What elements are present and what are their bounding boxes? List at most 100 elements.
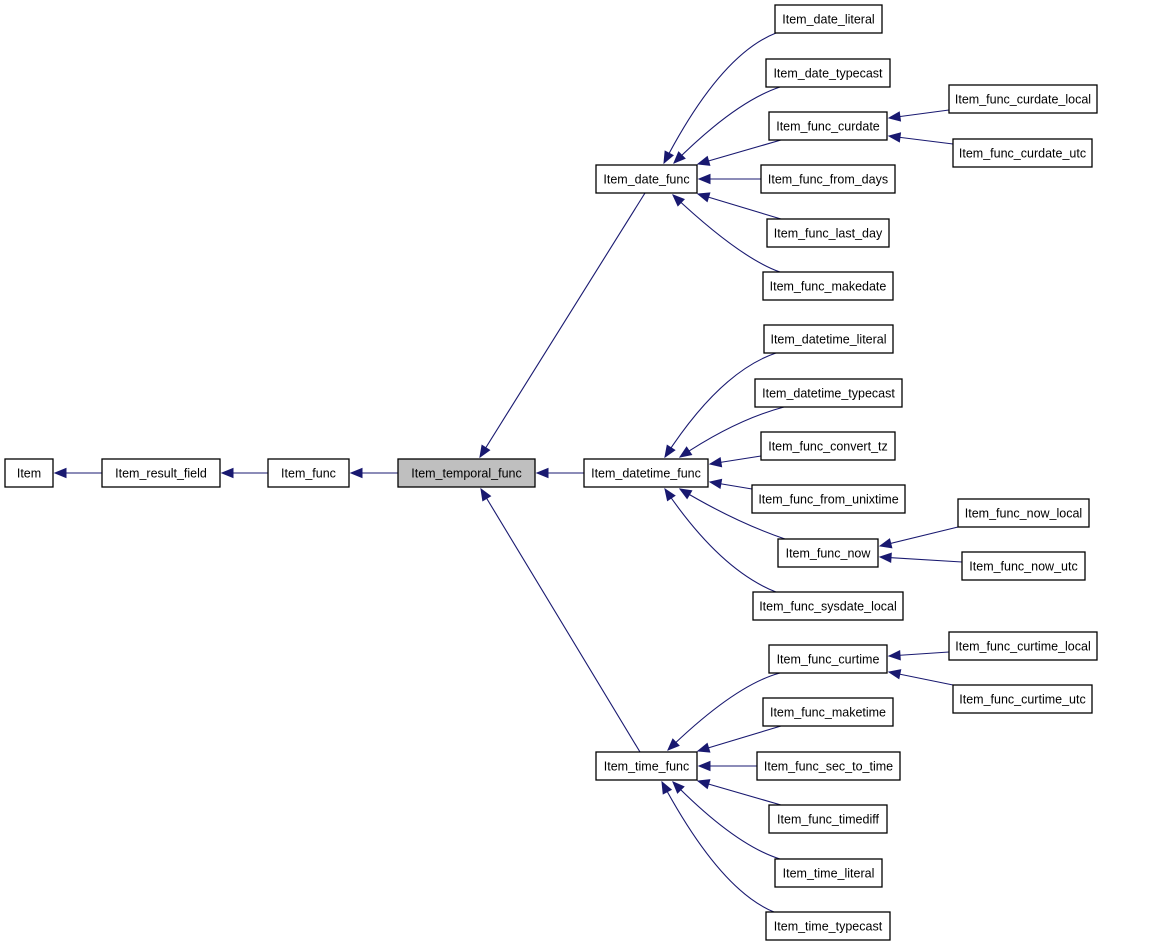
arrow-head-icon [661,780,673,795]
edge-item_func_makedate-to-item_date_func [672,194,781,273]
edge-line [480,488,641,753]
class-node-item-time-typecast[interactable]: Item_time_typecast [765,911,891,941]
class-node-item-func-curdate[interactable]: Item_func_curdate [768,111,888,141]
arrow-head-icon [479,444,491,459]
arrow-head-icon [696,155,711,166]
edge-item_datetime_func-to-item_temporal_func [535,467,584,479]
node-label: Item_date_typecast [773,67,883,81]
arrow-head-icon [678,446,693,458]
class-node-item-date-typecast[interactable]: Item_date_typecast [765,58,891,88]
class-node-item-func-makedate[interactable]: Item_func_makedate [762,271,894,301]
node-label: Item_func_now_local [965,507,1082,521]
arrow-head-icon [696,742,711,753]
class-node-item-func-sysdate-local[interactable]: Item_func_sysdate_local [752,591,904,621]
class-node-item[interactable]: Item [4,458,54,488]
edge-line [673,86,781,164]
node-label: Item_func_now [786,547,872,561]
node-label: Item_temporal_func [411,467,521,481]
arrow-head-icon [664,444,676,459]
edge-item_func_curdate-to-item_date_func [696,139,782,166]
node-label: Item_func_now_utc [969,560,1077,574]
node-label: Item_datetime_literal [770,333,886,347]
edge-item_temporal_func-to-item_func [349,467,398,479]
arrow-head-icon [887,669,902,680]
node-label: Item_func_sec_to_time [764,760,893,774]
edge-item_func_timediff-to-item_time_func [696,779,782,806]
class-node-item-func-now[interactable]: Item_func_now [777,538,879,568]
class-node-item-func-curtime-local[interactable]: Item_func_curtime_local [948,631,1098,661]
edge-line [879,526,959,547]
class-node-item-func[interactable]: Item_func [267,458,350,488]
edge-line [672,194,781,273]
class-node-item-func-curtime[interactable]: Item_func_curtime [768,644,888,674]
edge-item_func_last_day-to-item_date_func [696,192,782,220]
edge-line [879,556,963,563]
arrow-head-icon [708,478,723,490]
node-label: Item_func_makedate [770,280,887,294]
arrow-head-icon [220,467,234,479]
node-label: Item_func_last_day [774,227,883,241]
node-label: Item_func_maketime [770,706,886,720]
edge-item_date_typecast-to-item_date_func [673,86,781,164]
node-label: Item_datetime_typecast [762,387,895,401]
class-node-item-datetime-typecast[interactable]: Item_datetime_typecast [754,378,903,408]
class-node-item-date-literal[interactable]: Item_date_literal [774,4,883,34]
edge-line [697,193,782,220]
node-label: Item_time_func [604,760,689,774]
edge-item_func_curtime_utc-to-item_func_curtime [887,669,954,686]
arrow-head-icon [664,487,676,502]
node-label: Item_func_curdate_local [955,93,1091,107]
arrow-head-icon [708,456,723,468]
class-node-item-temporal-func[interactable]: Item_temporal_func [397,458,536,488]
class-node-item-date-func[interactable]: Item_date_func [595,164,698,194]
class-node-item-func-last-day[interactable]: Item_func_last_day [766,218,890,248]
edge-item_func_from_unixtime-to-item_datetime_func [708,478,753,490]
edge-item_time_literal-to-item_time_func [672,781,781,860]
class-node-item-func-curdate-local[interactable]: Item_func_curdate_local [948,84,1098,114]
arrow-head-icon [663,150,674,165]
class-node-item-func-maketime[interactable]: Item_func_maketime [762,697,894,727]
class-node-item-func-timediff[interactable]: Item_func_timediff [768,804,888,834]
arrow-head-icon [480,487,492,502]
arrow-head-icon [535,467,549,479]
node-label: Item_func_from_days [768,173,888,187]
class-node-item-func-now-utc[interactable]: Item_func_now_utc [961,551,1086,581]
arrow-head-icon [53,467,67,479]
edge-item_func_from_days-to-item_date_func [697,173,761,185]
node-label: Item_date_func [603,173,689,187]
edge-item_func_maketime-to-item_time_func [696,725,782,753]
arrow-head-icon [697,760,711,772]
class-node-item-func-convert-tz[interactable]: Item_func_convert_tz [760,431,896,461]
edge-item_func_curdate_utc-to-item_func_curdate [887,132,954,145]
edge-item_func-to-item_result_field [220,467,268,479]
arrow-head-icon [697,173,711,185]
class-node-item-func-curtime-utc[interactable]: Item_func_curtime_utc [952,684,1093,714]
node-label: Item_func_from_unixtime [758,493,898,507]
class-node-item-func-now-local[interactable]: Item_func_now_local [957,498,1090,528]
arrow-head-icon [678,488,693,500]
node-label: Item_result_field [115,467,207,481]
class-node-item-result-field[interactable]: Item_result_field [101,458,221,488]
class-node-item-func-from-days[interactable]: Item_func_from_days [760,164,896,194]
class-node-item-func-sec-to-time[interactable]: Item_func_sec_to_time [756,751,901,781]
inheritance-diagram: Item Item_result_field Item_func Item_tempo… [4,4,1098,941]
class-node-item-func-curdate-utc[interactable]: Item_func_curdate_utc [952,138,1093,168]
edge-item_func_convert_tz-to-item_datetime_func [708,455,762,468]
arrow-head-icon [696,779,711,790]
class-node-item-time-literal[interactable]: Item_time_literal [774,858,883,888]
node-label: Item_func_curtime_local [955,640,1090,654]
node-label: Item_func_curdate_utc [959,147,1086,161]
class-node-item-datetime-literal[interactable]: Item_datetime_literal [763,324,894,354]
edge-item_time_typecast-to-item_time_func [661,780,775,913]
node-label: Item_func_curtime_utc [959,693,1085,707]
class-node-item-func-from-unixtime[interactable]: Item_func_from_unixtime [751,484,906,514]
class-node-item-datetime-func[interactable]: Item_datetime_func [583,458,709,488]
node-label: Item_func_timediff [777,813,879,827]
edge-line [697,725,782,752]
edge-item_func_now_utc-to-item_func_now [878,552,963,563]
class-node-item-time-func[interactable]: Item_time_func [595,751,698,781]
edge-line [697,780,782,806]
node-label: Item_func [281,467,336,481]
arrow-head-icon [878,552,892,563]
arrow-head-icon [887,132,902,143]
